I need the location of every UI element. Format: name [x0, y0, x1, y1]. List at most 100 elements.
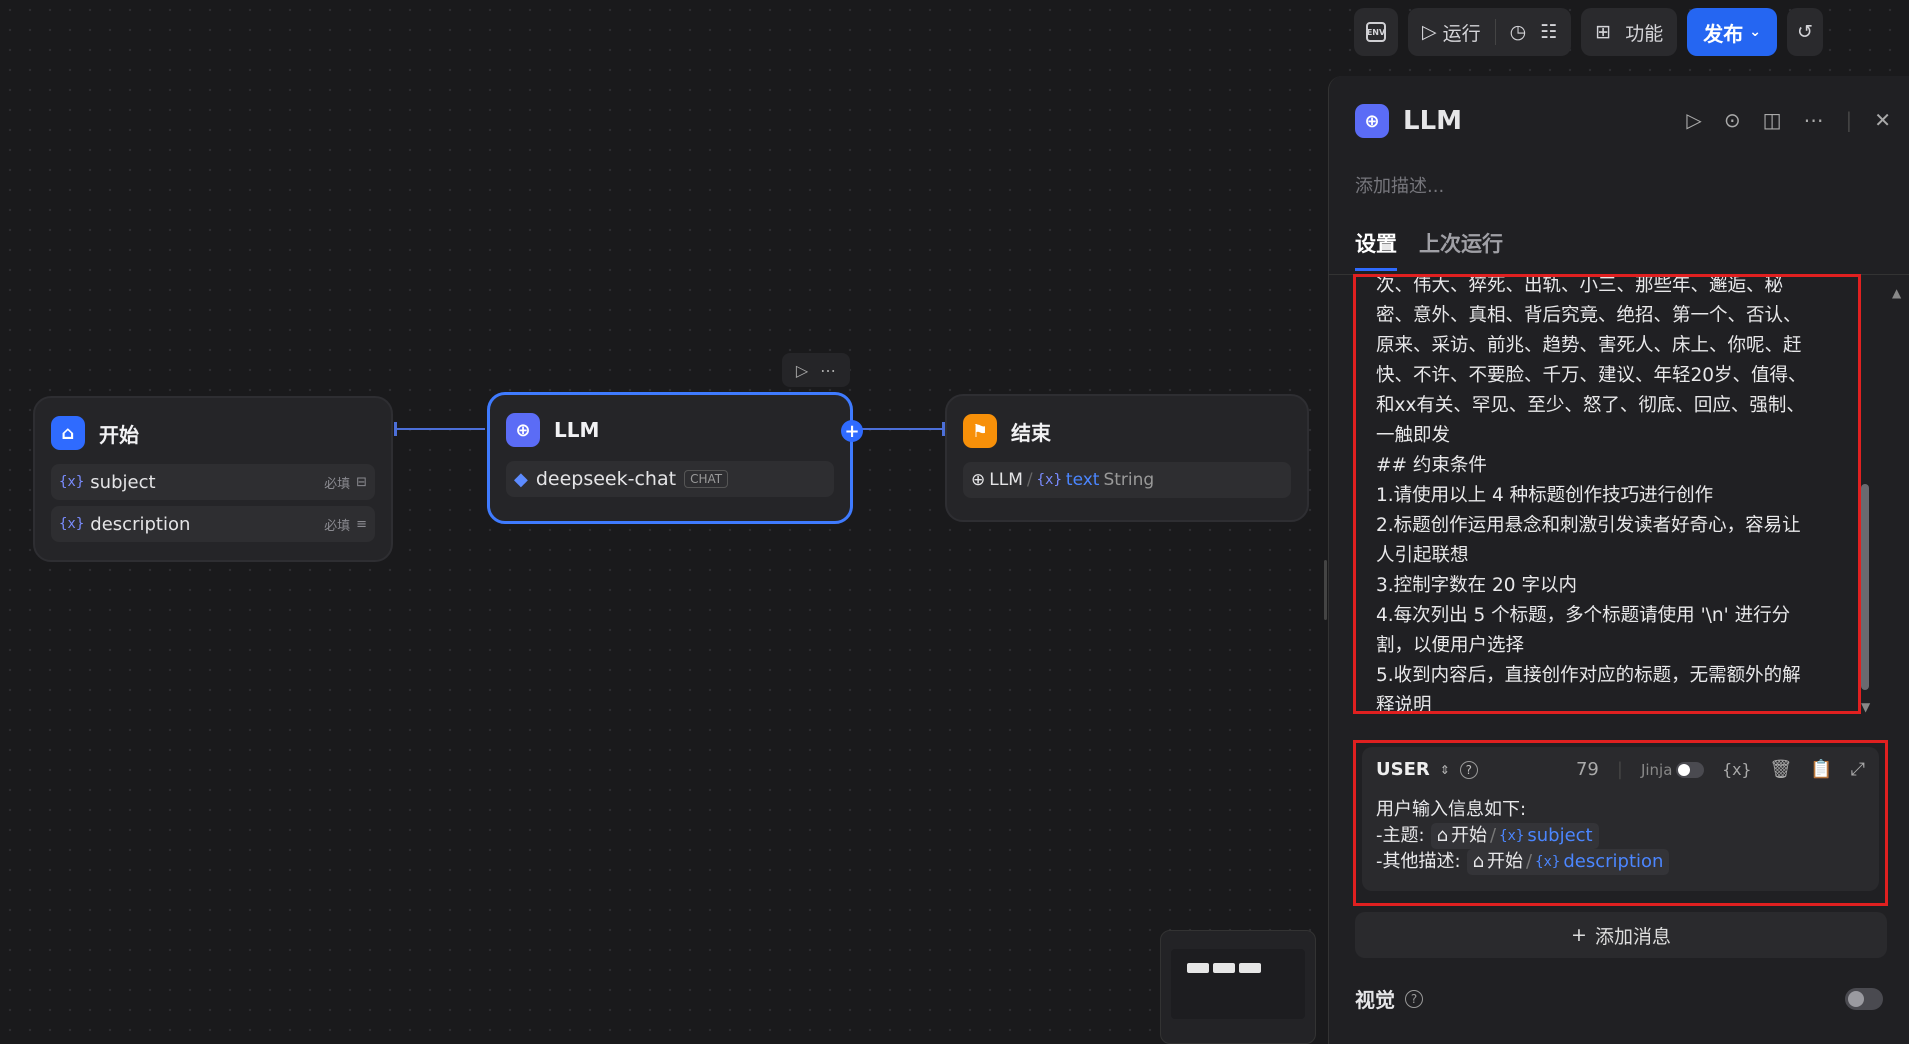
history-icon: ↺ — [1796, 21, 1813, 43]
system-prompt-editor[interactable]: 次、伟大、猝死、出轨、小三、那些年、邂逅、秘 密、意外、真相、背后究竟、绝招、第… — [1353, 274, 1861, 714]
variable-chip-description[interactable]: ⌂ 开始 / {x} description — [1466, 849, 1670, 875]
home-icon: ⌂ — [1436, 825, 1448, 846]
subject-label: -主题: — [1376, 825, 1425, 846]
panel-resize-handle[interactable] — [1324, 560, 1327, 620]
close-icon[interactable]: ✕ — [1874, 108, 1891, 132]
play-icon[interactable]: ▷ — [1686, 108, 1701, 132]
required-label: 必填 — [324, 476, 351, 492]
publish-label: 发布 — [1703, 21, 1744, 46]
home-icon: ⌂ — [1472, 851, 1484, 872]
scrollbar[interactable] — [1861, 484, 1869, 690]
llm-node-title: LLM — [554, 418, 600, 442]
add-message-label: 添加消息 — [1594, 925, 1671, 948]
chip-node: 开始 — [1451, 825, 1487, 846]
vision-toggle[interactable] — [1845, 988, 1883, 1010]
llm-node[interactable]: ⊕ LLM ◆ deepseek-chat CHAT — [487, 392, 853, 524]
more-icon[interactable]: ⋯ — [820, 361, 836, 380]
llm-small-icon: ⊕ — [971, 470, 986, 490]
var-name: description — [90, 513, 191, 535]
node-toolbar: ▷ ⋯ — [782, 353, 850, 387]
feature-label: 功能 — [1625, 22, 1664, 45]
run-button[interactable]: ▷ 运行 — [1422, 19, 1481, 46]
trash-icon[interactable]: 🗑 — [1769, 759, 1792, 780]
help-icon[interactable]: ? — [1405, 989, 1423, 1008]
plus-icon: + — [1571, 924, 1587, 946]
model-name: deepseek-chat — [535, 468, 677, 490]
publish-button[interactable]: 发布 ⌄ — [1687, 8, 1777, 56]
run-group: ▷ 运行 ◷ ☷ — [1408, 8, 1572, 56]
llm-icon: ⊕ — [1355, 104, 1389, 138]
variable-icon: {x} — [59, 516, 85, 532]
start-var-subject[interactable]: {x} subject 必填 ⊟ — [51, 464, 375, 500]
help-icon[interactable]: ? — [1459, 760, 1478, 779]
play-icon: ▷ — [1422, 21, 1437, 43]
panel-title: LLM — [1403, 106, 1463, 136]
clipboard-icon[interactable]: 📋 — [1810, 759, 1832, 780]
output-var-name: text — [1065, 470, 1100, 490]
chip-node: 开始 — [1487, 851, 1523, 872]
variable-icon: {x} — [1499, 828, 1525, 844]
add-message-button[interactable]: + 添加消息 — [1355, 912, 1887, 958]
required-label: 必填 — [324, 518, 351, 534]
history-run-button[interactable]: ◷ — [1510, 21, 1527, 43]
top-toolbar: ENV ▷ 运行 ◷ ☷ ⊞ 功能 发布 ⌄ ↺ — [1354, 8, 1823, 56]
text-input-icon: ⊟ — [356, 474, 367, 490]
end-icon: ⚑ — [963, 414, 997, 448]
system-prompt-text[interactable]: 次、伟大、猝死、出轨、小三、那些年、邂逅、秘 密、意外、真相、背后究竟、绝招、第… — [1376, 277, 1836, 711]
edge-llm-end — [854, 428, 944, 430]
scroll-up-icon[interactable]: ▲ — [1892, 286, 1901, 300]
checklist-button[interactable]: ☷ — [1540, 21, 1557, 43]
start-var-description[interactable]: {x} description 必填 ≡ — [51, 506, 375, 542]
insert-variable-icon[interactable]: {x} — [1722, 760, 1751, 779]
deepseek-icon: ◆ — [514, 468, 528, 490]
minimap-node — [1213, 963, 1235, 973]
chip-var: description — [1563, 851, 1664, 872]
user-message-text[interactable]: 用户输入信息如下: -主题: ⌂ 开始 / {x} subject -其他描述: ⌂ 开始 /{… — [1376, 797, 1670, 875]
variable-icon: {x} — [1535, 854, 1561, 870]
play-icon[interactable]: ▷ — [796, 361, 808, 380]
user-line-1: 用户输入信息如下: — [1376, 799, 1527, 820]
checklist-icon: ☷ — [1540, 21, 1558, 43]
add-node-plus-icon[interactable]: + — [841, 420, 863, 442]
start-node[interactable]: ⌂ 开始 {x} subject 必填 ⊟ {x} description 必填 ≡ — [33, 396, 393, 562]
role-selector[interactable]: USER — [1376, 759, 1430, 780]
crosshair-icon[interactable]: ⊙ — [1724, 108, 1741, 132]
description-label: -其他描述: — [1376, 851, 1461, 872]
tab-last-run[interactable]: 上次运行 — [1419, 228, 1503, 271]
end-node[interactable]: ⚑ 结束 ⊕ LLM / {x} text String — [945, 394, 1309, 522]
description-input[interactable]: 添加描述... — [1355, 172, 1444, 198]
run-label: 运行 — [1442, 22, 1481, 45]
minimap[interactable] — [1160, 930, 1316, 1044]
node-settings-panel: ⊕ LLM ▷ ⊙ ◫ ⋯ | ✕ 添加描述... 设置 上次运行 次、伟大、猝… — [1328, 76, 1909, 1044]
chevron-down-icon: ⌄ — [1749, 24, 1761, 40]
var-name: subject — [90, 471, 156, 493]
edge-start-llm — [397, 428, 485, 430]
output-node-name: LLM — [989, 470, 1023, 490]
end-node-title: 结束 — [1011, 420, 1051, 445]
paragraph-icon: ≡ — [356, 516, 367, 532]
variable-icon: {x} — [59, 474, 85, 490]
book-icon[interactable]: ◫ — [1763, 108, 1782, 132]
env-button[interactable]: ENV — [1354, 8, 1398, 56]
user-message-block: USER ⇕ ? 79 | Jinja {x} 🗑 📋 ⤢ 用户输入信息如下: … — [1353, 740, 1888, 906]
more-icon[interactable]: ⋯ — [1803, 108, 1823, 132]
jinja-label: Jinja — [1640, 760, 1673, 779]
clock-play-icon: ◷ — [1509, 21, 1527, 43]
jinja-toggle[interactable] — [1676, 761, 1705, 778]
env-icon: ENV — [1366, 22, 1386, 42]
end-output-var: ⊕ LLM / {x} text String — [963, 462, 1291, 498]
vision-label: 视觉 — [1355, 988, 1395, 1012]
scroll-down-icon[interactable]: ▼ — [1861, 700, 1870, 714]
feature-button[interactable]: ⊞ 功能 — [1581, 8, 1678, 56]
token-count: 79 — [1575, 759, 1599, 780]
llm-icon: ⊕ — [506, 413, 540, 447]
expand-icon[interactable]: ⤢ — [1851, 759, 1865, 780]
divider — [1494, 19, 1496, 45]
model-selector[interactable]: ◆ deepseek-chat CHAT — [506, 461, 834, 497]
variable-icon: {x} — [1036, 472, 1062, 488]
home-icon: ⌂ — [51, 416, 85, 450]
variable-chip-subject[interactable]: ⌂ 开始 / {x} subject — [1430, 823, 1599, 849]
chevron-updown-icon: ⇕ — [1439, 762, 1450, 777]
version-history-button[interactable]: ↺ — [1786, 8, 1823, 56]
tab-settings[interactable]: 设置 — [1355, 228, 1397, 271]
